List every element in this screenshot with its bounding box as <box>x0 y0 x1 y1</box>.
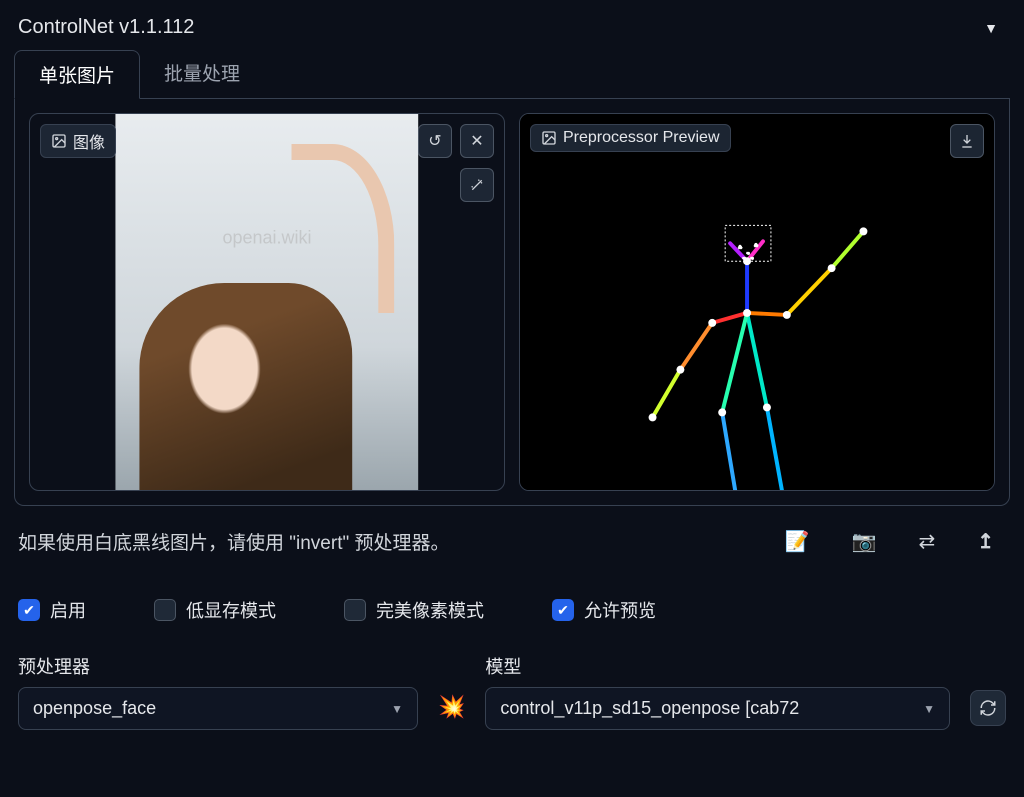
checkbox-icon: ✔ <box>18 599 40 621</box>
model-label: 模型 <box>485 653 950 679</box>
undo-icon: ↺ <box>428 131 441 151</box>
input-image-label-text: 图像 <box>73 129 105 153</box>
enable-checkbox[interactable]: ✔ 启用 <box>18 597 86 623</box>
swap-icon[interactable]: ⇄ <box>918 529 935 554</box>
preprocessor-select[interactable]: openpose_face ▼ <box>18 687 418 730</box>
send-up-icon[interactable]: ↥ <box>977 529 994 554</box>
preprocessor-label: 预处理器 <box>18 653 418 679</box>
pose-skeleton-preview <box>520 114 994 490</box>
model-select[interactable]: control_v11p_sd15_openpose [cab72 ▼ <box>485 687 950 730</box>
lowvram-checkbox[interactable]: 低显存模式 <box>154 597 276 623</box>
invert-hint-text: 如果使用白底黑线图片，请使用 "invert" 预处理器。 <box>18 528 450 555</box>
input-image-panel[interactable]: 图像 ↺ ✕ openai.wiki drawing <box>29 113 505 491</box>
refresh-models-button[interactable] <box>970 690 1006 726</box>
image-icon <box>51 133 67 149</box>
lowvram-label: 低显存模式 <box>186 597 276 623</box>
download-icon <box>959 133 975 149</box>
clear-button[interactable]: ✕ <box>460 124 494 158</box>
preprocessor-preview-panel: Preprocessor Preview <box>519 113 995 491</box>
checkbox-row: ✔ 启用 低显存模式 完美像素模式 ✔ 允许预览 <box>18 597 1006 623</box>
preview-label-text: Preprocessor Preview <box>563 129 720 147</box>
image-icon <box>541 130 557 146</box>
image-panels: 图像 ↺ ✕ openai.wiki drawing Preprocessor … <box>14 99 1010 506</box>
camera-icon[interactable]: 📷 <box>852 529 877 554</box>
watermark: drawing <box>235 284 298 305</box>
close-icon: ✕ <box>470 131 483 151</box>
collapse-toggle-icon[interactable]: ▼ <box>984 20 1006 36</box>
undo-button[interactable]: ↺ <box>418 124 452 158</box>
chevron-down-icon: ▼ <box>391 702 403 716</box>
enable-label: 启用 <box>50 597 86 623</box>
checkbox-icon: ✔ <box>552 599 574 621</box>
watermark: openai.wiki <box>222 228 311 249</box>
tab-batch[interactable]: 批量处理 <box>140 49 264 98</box>
app-title: ControlNet v1.1.112 <box>18 16 194 39</box>
preview-label: Preprocessor Preview <box>530 124 731 152</box>
allowpreview-checkbox[interactable]: ✔ 允许预览 <box>552 597 656 623</box>
magic-wand-icon <box>469 177 485 193</box>
allowpreview-label: 允许预览 <box>584 597 656 623</box>
hint-action-icons: 📝 📷 ⇄ ↥ <box>785 529 1006 554</box>
edit-button[interactable] <box>460 168 494 202</box>
pixelperfect-label: 完美像素模式 <box>376 597 484 623</box>
tab-single-image[interactable]: 单张图片 <box>14 50 140 99</box>
preprocessor-value: openpose_face <box>33 698 156 719</box>
chevron-down-icon: ▼ <box>923 702 935 716</box>
input-image-label: 图像 <box>40 124 116 158</box>
checkbox-icon <box>344 599 366 621</box>
checkbox-icon <box>154 599 176 621</box>
input-image: openai.wiki drawing <box>115 114 418 490</box>
preprocessor-model-row: 预处理器 openpose_face ▼ 💥 模型 control_v11p_s… <box>18 653 1006 730</box>
run-preprocessor-button[interactable]: 💥 <box>438 694 465 720</box>
tab-bar: 单张图片 批量处理 <box>14 49 1010 99</box>
model-value: control_v11p_sd15_openpose [cab72 <box>500 698 799 719</box>
refresh-icon <box>979 699 997 717</box>
new-canvas-icon[interactable]: 📝 <box>785 529 810 554</box>
pixelperfect-checkbox[interactable]: 完美像素模式 <box>344 597 484 623</box>
download-button[interactable] <box>950 124 984 158</box>
